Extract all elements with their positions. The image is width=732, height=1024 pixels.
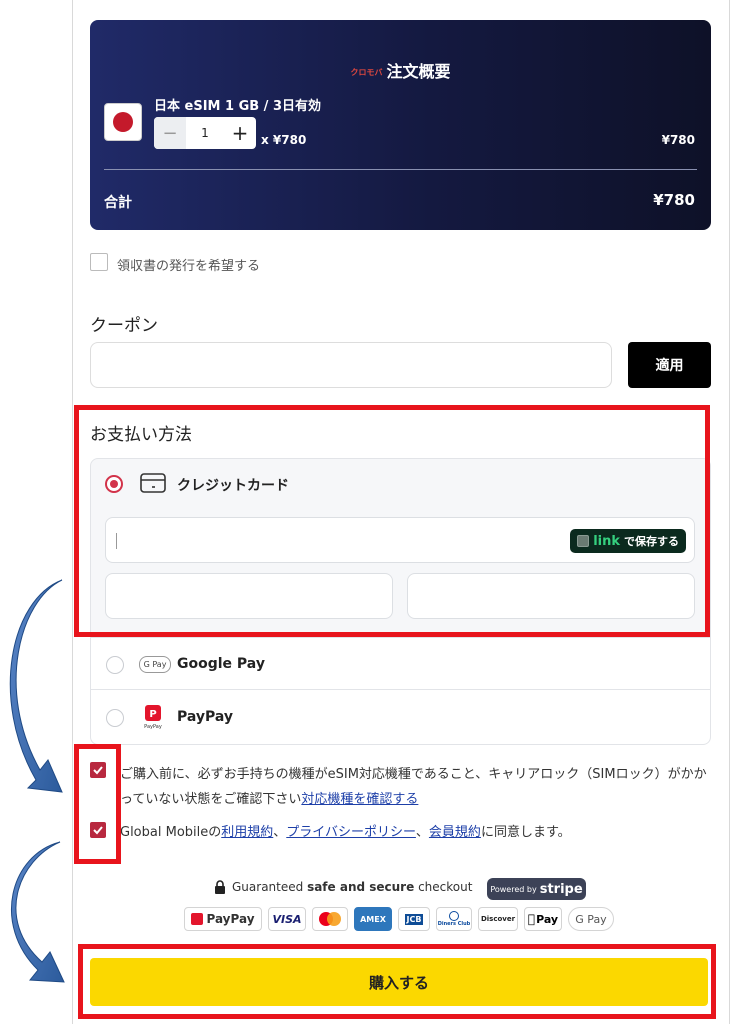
google-pay-badge: G Pay <box>568 907 614 931</box>
paypay-label[interactable]: PayPay <box>177 709 233 725</box>
paypay-icon: P PayPay <box>144 705 162 730</box>
esim-compat-text: ご購入前に、必ずお手持ちの機種がeSIM対応機種であること、キャリアロック（SI… <box>120 762 710 812</box>
japan-flag-icon <box>104 103 142 141</box>
order-summary: クロモバ 注文概要 日本 eSIM 1 GB / 3日有効 − 1 + x ¥78… <box>90 20 711 230</box>
brand-logo: クロモバ <box>350 68 383 77</box>
terms-separator: 、 <box>273 825 287 840</box>
terms-text: Global Mobileの利用規約、プライバシーポリシー、会員規約に同意します… <box>120 821 571 840</box>
google-pay-icon: G Pay <box>139 656 171 673</box>
unit-price: x ¥780 <box>261 133 307 147</box>
apple-pay-label: Pay <box>532 912 558 926</box>
secure-pre: Guaranteed <box>232 880 308 894</box>
jcb-label: JCB <box>404 913 424 925</box>
amex-badge: AMEX <box>354 907 392 931</box>
visa-badge: VISA <box>268 907 306 931</box>
terms-of-use-link[interactable]: 利用規約 <box>221 825 273 840</box>
quantity-decrease-button[interactable]: − <box>154 117 186 149</box>
stripe-wordmark: stripe <box>539 881 583 897</box>
paypay-badge: PayPay <box>184 907 262 931</box>
summary-title-text: 注文概要 <box>386 62 451 81</box>
purchase-highlight-box <box>78 944 716 1019</box>
powered-by-label: Powered by <box>490 884 537 894</box>
terms-suffix: に同意します。 <box>480 825 571 840</box>
receipt-checkbox[interactable] <box>90 253 108 271</box>
paypay-option[interactable]: P PayPay PayPay <box>90 689 711 745</box>
arrow-to-checkboxes <box>9 579 63 793</box>
secure-bold: safe and secure <box>307 880 415 894</box>
payment-badges: PayPay VISA AMEX JCB Diners Club Discove… <box>184 907 614 933</box>
coupon-apply-button[interactable]: 適用 <box>628 342 711 388</box>
line-price: ¥780 <box>661 133 695 147</box>
svg-text:P: P <box>149 709 156 720</box>
quantity-increase-button[interactable]: + <box>224 117 256 149</box>
discover-badge: Discover <box>478 907 518 931</box>
quantity-stepper[interactable]: − 1 + <box>154 117 256 149</box>
privacy-policy-link[interactable]: プライバシーポリシー <box>286 825 416 840</box>
summary-title: クロモバ 注文概要 <box>90 58 711 82</box>
diners-badge: Diners Club <box>436 907 472 931</box>
apple-pay-badge: Pay <box>524 907 562 931</box>
arrow-to-purchase <box>11 841 65 983</box>
lock-icon <box>215 880 225 894</box>
check-compatible-devices-link[interactable]: 対応機種を確認する <box>301 792 418 807</box>
secure-post: checkout <box>414 880 473 894</box>
paypay-badge-label: PayPay <box>206 912 255 926</box>
google-pay-label[interactable]: Google Pay <box>177 656 265 672</box>
membership-terms-link[interactable]: 会員規約 <box>429 825 481 840</box>
google-pay-option[interactable]: G Pay Google Pay <box>90 638 711 690</box>
payment-highlight-box <box>74 405 710 637</box>
total-value: ¥780 <box>653 191 695 209</box>
terms-prefix: Global Mobileの <box>120 825 222 840</box>
terms-separator: 、 <box>415 825 429 840</box>
product-name: 日本 eSIM 1 GB / 3日有効 <box>154 99 322 114</box>
paypay-radio[interactable] <box>106 709 124 727</box>
svg-text:PayPay: PayPay <box>144 724 162 730</box>
secure-checkout-note: Guaranteed safe and secure checkout <box>214 880 472 894</box>
diners-label: Diners Club <box>437 921 471 927</box>
guide-arrows <box>9 579 65 983</box>
mastercard-badge <box>312 907 348 931</box>
quantity-value[interactable]: 1 <box>186 126 224 140</box>
receipt-label[interactable]: 領収書の発行を希望する <box>117 255 260 274</box>
google-pay-radio[interactable] <box>106 656 124 674</box>
jcb-badge: JCB <box>398 907 430 931</box>
summary-divider <box>104 169 697 170</box>
coupon-title: クーポン <box>90 316 158 336</box>
powered-by-stripe-badge: Powered by stripe <box>487 878 586 900</box>
coupon-input[interactable] <box>90 342 612 388</box>
total-label: 合計 <box>104 195 132 211</box>
